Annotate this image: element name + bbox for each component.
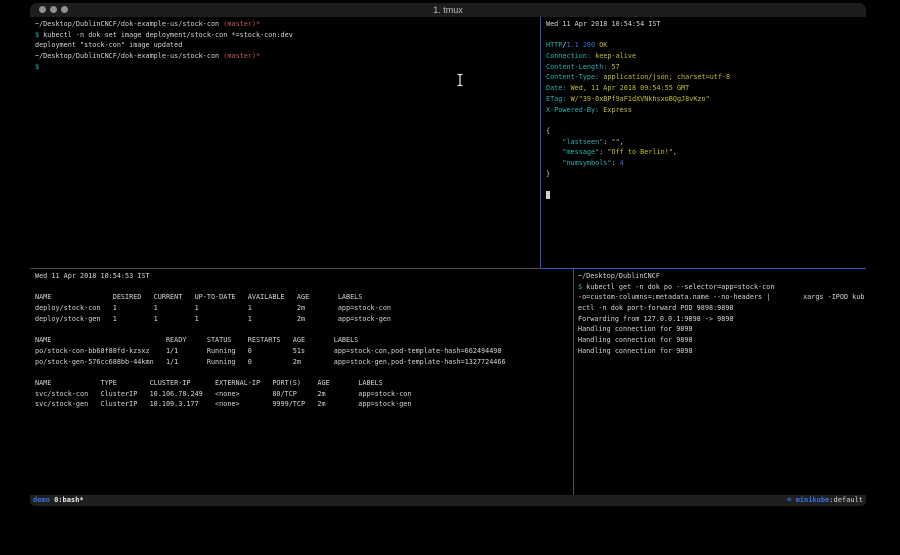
terminal-line: Forwarding from 127.0.0.1:9898 -> 9898 (578, 314, 861, 325)
pane-top-left-shell[interactable]: ~/Desktop/DublinCNCF/dok-example-us/stoc… (30, 17, 540, 268)
terminal-line (546, 190, 861, 201)
terminal-line: Handling connection for 9898 (578, 346, 861, 357)
terminal-line: ETag: W/"39-0xBPf9aF1dXVNkhsxoBQgJ8vKzo" (546, 94, 861, 105)
terminal-line: ectl -n dok port-forward POD 9898:9898 (578, 303, 861, 314)
terminal-line (546, 30, 861, 41)
terminal-line: "numsymbols": 4 (546, 158, 861, 169)
pane-divider-horizontal-right[interactable] (540, 268, 866, 269)
mouse-cursor-ibeam (456, 73, 464, 87)
pane-divider-horizontal-left[interactable] (30, 268, 540, 269)
title-bar[interactable]: 1. tmux (30, 3, 866, 17)
pane-bottom-right-port-forward[interactable]: ~/Desktop/DublinCNCF$ kubectl get -n dok… (574, 269, 866, 495)
terminal-line (546, 115, 861, 126)
pane-divider-vertical-bottom[interactable] (573, 269, 574, 495)
terminal-line: ~/Desktop/DublinCNCF/dok-example-us/stoc… (35, 19, 535, 30)
terminal-line: svc/stock-con ClusterIP 10.106.78.249 <n… (35, 389, 568, 400)
terminal-line: ~/Desktop/DublinCNCF/dok-example-us/stoc… (35, 51, 535, 62)
terminal-line: -o=custom-columns=:metadata.name --no-he… (578, 292, 861, 303)
terminal-line: deploy/stock-con 1 1 1 1 2m app=stock-co… (35, 303, 568, 314)
terminal-line (35, 324, 568, 335)
terminal-line: Wed 11 Apr 2018 10:54:53 IST (35, 271, 568, 282)
terminal-line: } (546, 169, 861, 180)
tmux-status-bar: demo 0:bash* ☸ minikube:default (30, 495, 866, 506)
terminal-line: HTTP/1.1 200 OK (546, 40, 861, 51)
terminal-line (35, 282, 568, 293)
terminal-line: svc/stock-gen ClusterIP 10.109.3.177 <no… (35, 399, 568, 410)
terminal-line: po/stock-con-bb68f88fd-kzsxz 1/1 Running… (35, 346, 568, 357)
status-kube-context: ☸ minikube:default (787, 495, 863, 506)
terminal-line: Connection: keep-alive (546, 51, 861, 62)
terminal-line: demo 0:bash* (33, 495, 84, 506)
terminal-line: "message": "Off to Berlin!", (546, 147, 861, 158)
terminal-line: "lastseen": "", (546, 137, 861, 148)
pane-divider-vertical-top[interactable] (540, 17, 541, 268)
terminal-line: Handling connection for 9898 (578, 324, 861, 335)
terminal-line: Handling connection for 9898 (578, 335, 861, 346)
terminal-line: Date: Wed, 11 Apr 2018 09:54:55 GMT (546, 83, 861, 94)
terminal-line: ~/Desktop/DublinCNCF (578, 271, 861, 282)
status-session-and-window[interactable]: demo 0:bash* (33, 495, 84, 506)
terminal-line: X-Powered-By: Express (546, 105, 861, 116)
terminal-line: NAME TYPE CLUSTER-IP EXTERNAL-IP PORT(S)… (35, 378, 568, 389)
terminal-line: po/stock-gen-576cc688bb-44kmn 1/1 Runnin… (35, 357, 568, 368)
terminal-window: 1. tmux ~/Desktop/DublinCNCF/dok-example… (30, 3, 866, 506)
terminal-line: Content-Length: 57 (546, 62, 861, 73)
terminal-line (35, 367, 568, 378)
pane-bottom-left-kubectl-watch[interactable]: Wed 11 Apr 2018 10:54:53 IST NAME DESIRE… (30, 269, 573, 495)
terminal-line: deployment "stock-con" image updated (35, 40, 535, 51)
screen: { "window": { "title": "1. tmux" }, "col… (0, 0, 900, 555)
terminal-line: $ kubectl get -n dok po --selector=app=s… (578, 282, 861, 293)
terminal-line: ☸ minikube:default (787, 495, 863, 506)
terminal-line: deploy/stock-gen 1 1 1 1 2m app=stock-ge… (35, 314, 568, 325)
pane-top-right-http-response[interactable]: Wed 11 Apr 2018 10:54:54 IST HTTP/1.1 20… (541, 17, 866, 268)
terminal-line: Wed 11 Apr 2018 10:54:54 IST (546, 19, 861, 30)
window-title: 1. tmux (30, 3, 866, 17)
terminal-line: $ (35, 62, 535, 73)
tmux-panes: ~/Desktop/DublinCNCF/dok-example-us/stoc… (30, 17, 866, 495)
terminal-line (546, 179, 861, 190)
terminal-line: Content-Type: application/json; charset=… (546, 72, 861, 83)
terminal-line: { (546, 126, 861, 137)
terminal-line: NAME READY STATUS RESTARTS AGE LABELS (35, 335, 568, 346)
terminal-line: $ kubectl -n dok set image deployment/st… (35, 30, 535, 41)
terminal-line: NAME DESIRED CURRENT UP-TO-DATE AVAILABL… (35, 292, 568, 303)
